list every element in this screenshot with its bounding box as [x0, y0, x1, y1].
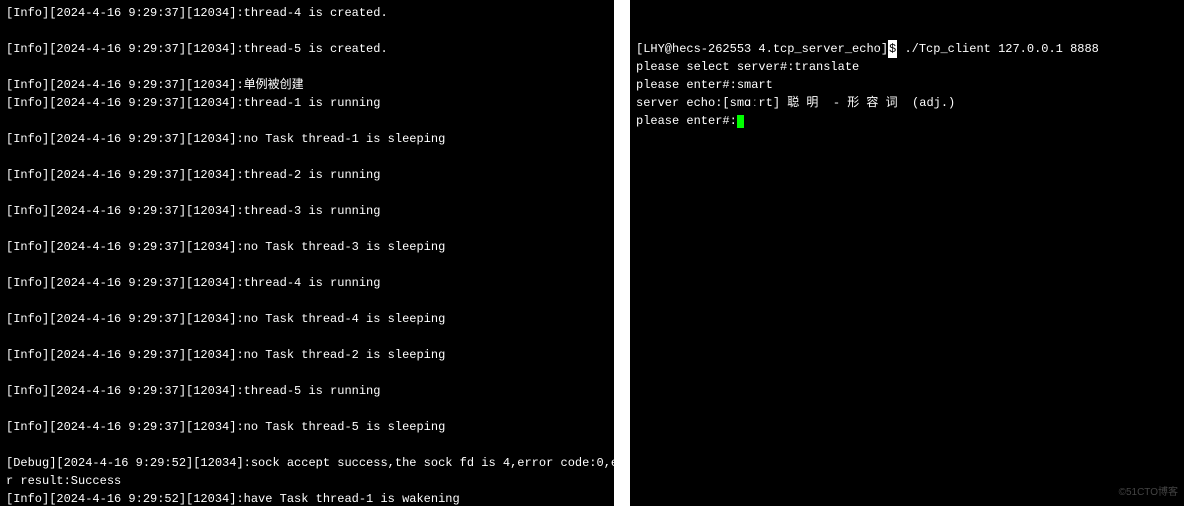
log-line — [6, 328, 608, 346]
log-line: [Info][2024-4-16 9:29:37][12034]:no Task… — [6, 130, 608, 148]
log-line — [6, 364, 608, 382]
log-line — [6, 184, 608, 202]
log-line: [Info][2024-4-16 9:29:37][12034]:thread-… — [6, 40, 608, 58]
log-line — [6, 436, 608, 454]
prompt-user-host: [LHY@hecs-262553 4.tcp_server_echo] — [636, 42, 888, 56]
log-line: [Info][2024-4-16 9:29:37][12034]:thread-… — [6, 202, 608, 220]
log-line: [Info][2024-4-16 9:29:37][12034]:单例被创建 — [6, 76, 608, 94]
log-line: [Info][2024-4-16 9:29:37][12034]:thread-… — [6, 274, 608, 292]
prompt-dollar: $ — [888, 40, 897, 58]
log-line — [6, 22, 608, 40]
log-line: [Info][2024-4-16 9:29:37][12034]:thread-… — [6, 4, 608, 22]
log-line — [6, 220, 608, 238]
log-line — [6, 148, 608, 166]
output-line: please enter#:smart — [636, 76, 1178, 94]
input-prompt-line[interactable]: please enter#: — [636, 112, 1178, 130]
input-prompt-text: please enter#: — [636, 114, 737, 128]
output-line: server echo:[smɑːrt] 聪 明 - 形 容 词 (adj.) — [636, 94, 1178, 112]
log-line: [Info][2024-4-16 9:29:37][12034]:thread-… — [6, 382, 608, 400]
log-line: [Info][2024-4-16 9:29:37][12034]:thread-… — [6, 166, 608, 184]
cursor-icon — [737, 115, 744, 128]
log-line — [6, 400, 608, 418]
log-line: [Info][2024-4-16 9:29:37][12034]:thread-… — [6, 94, 608, 112]
log-line: [Info][2024-4-16 9:29:37][12034]:no Task… — [6, 238, 608, 256]
log-line: [Info][2024-4-16 9:29:37][12034]:no Task… — [6, 310, 608, 328]
watermark-text: ©51CTO博客 — [1119, 485, 1178, 500]
pane-divider — [614, 0, 630, 506]
log-line: [Info][2024-4-16 9:29:37][12034]:no Task… — [6, 346, 608, 364]
log-line — [6, 256, 608, 274]
left-terminal-pane[interactable]: [Info][2024-4-16 9:29:37][12034]:thread-… — [0, 0, 614, 506]
output-line: please select server#:translate — [636, 58, 1178, 76]
log-line — [6, 58, 608, 76]
log-line — [6, 292, 608, 310]
log-line: r result:Success — [6, 472, 608, 490]
log-line: [Info][2024-4-16 9:29:37][12034]:no Task… — [6, 418, 608, 436]
log-line: [Info][2024-4-16 9:29:52][12034]:have Ta… — [6, 490, 608, 506]
prompt-command: ./Tcp_client 127.0.0.1 8888 — [897, 42, 1099, 56]
log-line: [Debug][2024-4-16 9:29:52][12034]:sock a… — [6, 454, 608, 472]
right-terminal-pane[interactable]: [LHY@hecs-262553 4.tcp_server_echo]$ ./T… — [630, 0, 1184, 506]
log-line — [6, 112, 608, 130]
shell-prompt-line: [LHY@hecs-262553 4.tcp_server_echo]$ ./T… — [636, 40, 1178, 58]
